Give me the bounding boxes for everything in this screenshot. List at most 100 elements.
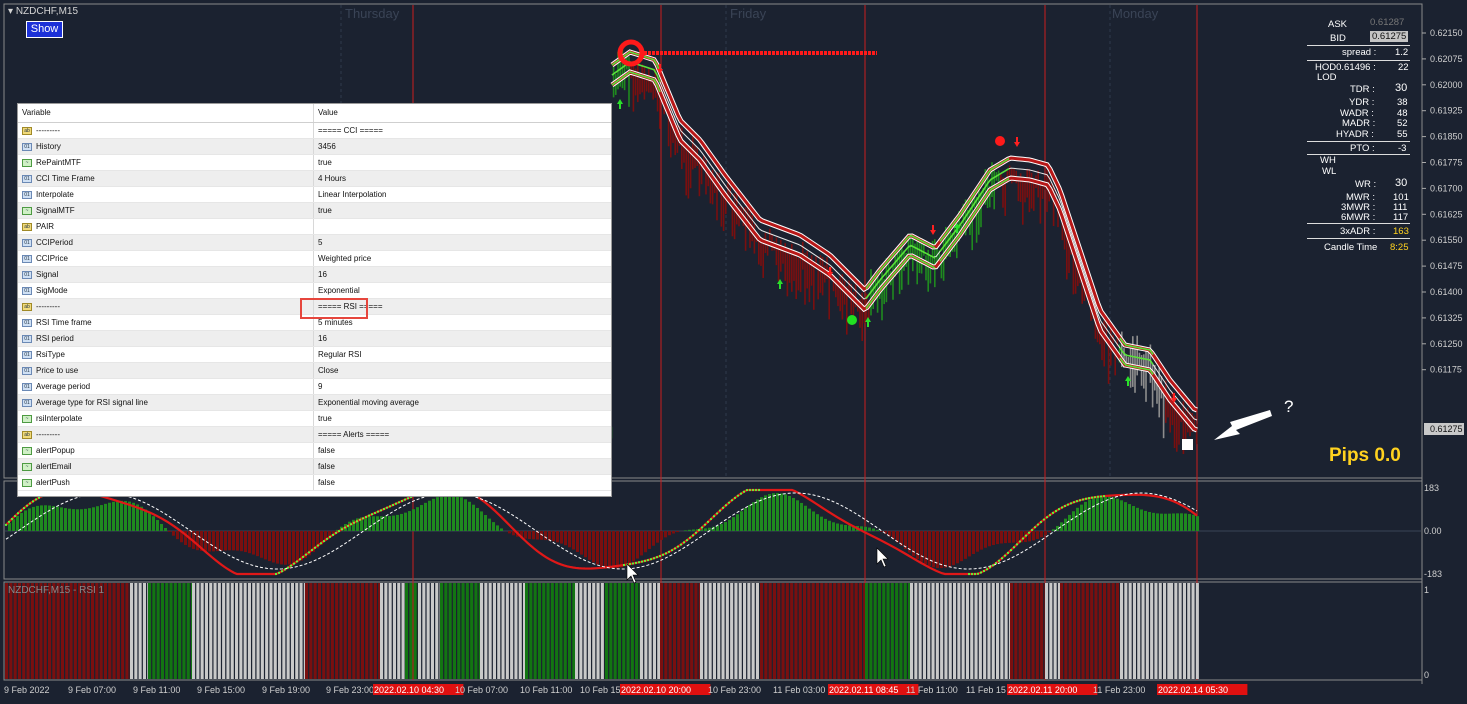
property-row[interactable]: 01 SigMode Exponential xyxy=(18,283,611,299)
osc-rising-point xyxy=(655,556,659,559)
osc-rising-point xyxy=(1057,508,1061,511)
osc-rising-point xyxy=(1024,534,1028,537)
property-value[interactable]: Linear Interpolation xyxy=(314,187,387,202)
rsi-bar xyxy=(738,583,742,679)
property-value[interactable]: true xyxy=(314,155,332,170)
property-row[interactable]: 01 CCIPeriod 5 xyxy=(18,235,611,251)
hod-value: 22 xyxy=(1398,62,1409,73)
property-value[interactable] xyxy=(314,219,318,234)
property-row[interactable]: 01 Interpolate Linear Interpolation xyxy=(18,187,611,203)
property-value[interactable]: 16 xyxy=(314,267,327,282)
time-tick-label: 11 Feb 11:00 xyxy=(906,685,958,695)
property-value[interactable]: ===== Alerts ===== xyxy=(314,427,389,442)
osc-rising-point xyxy=(709,517,713,521)
rsi-bar xyxy=(156,583,160,679)
candle-bar xyxy=(782,250,784,264)
property-value[interactable]: false xyxy=(314,443,335,458)
osc-histogram-bar xyxy=(156,520,159,531)
osc-histogram-bar xyxy=(424,502,427,531)
rsi-bar xyxy=(1090,583,1094,679)
property-row[interactable]: ab --------- ===== Alerts ===== xyxy=(18,427,611,443)
property-value[interactable]: 16 xyxy=(314,331,327,346)
rsi-bar xyxy=(869,583,873,679)
property-row[interactable]: 01 CCI Time Frame 4 Hours xyxy=(18,171,611,187)
property-row[interactable]: ~ SignalMTF true xyxy=(18,203,611,219)
osc-rising-point xyxy=(388,505,392,508)
property-row[interactable]: 01 Price to use Close xyxy=(18,363,611,379)
osc-histogram-bar xyxy=(648,531,651,549)
property-row[interactable]: 01 CCIPrice Weighted price xyxy=(18,251,611,267)
rsi-bar xyxy=(335,583,339,679)
property-row[interactable]: ~ rsiInterpolate true xyxy=(18,411,611,427)
property-row[interactable]: ~ alertPush false xyxy=(18,475,611,491)
bool-type-icon: ~ xyxy=(22,462,32,471)
property-row[interactable]: ~ alertPopup false xyxy=(18,443,611,459)
osc-histogram-bar xyxy=(1044,531,1047,535)
osc-histogram-bar xyxy=(492,522,495,531)
property-row[interactable]: 01 History 3456 xyxy=(18,139,611,155)
rsi-bar xyxy=(217,583,221,679)
property-value[interactable]: false xyxy=(314,459,335,474)
property-row[interactable]: 01 Average type for RSI signal line Expone… xyxy=(18,395,611,411)
osc-histogram-bar xyxy=(16,515,19,531)
rsi-bar xyxy=(903,583,907,679)
osc-histogram-bar xyxy=(1124,502,1127,531)
property-value[interactable]: ===== CCI ===== xyxy=(314,123,383,138)
number-type-icon: 01 xyxy=(22,286,32,295)
time-axis: 9 Feb 2022 9 Feb 07:00 9 Feb 11:00 9 Feb 15… xyxy=(4,684,1248,695)
property-value[interactable]: Weighted price xyxy=(314,251,371,266)
property-value[interactable]: Exponential moving average xyxy=(314,395,419,410)
rsi-bar xyxy=(418,583,422,679)
osc-rising-point xyxy=(367,514,371,517)
time-tick-label: 9 Feb 2022 xyxy=(4,685,50,695)
osc-histogram-bar xyxy=(276,531,279,564)
property-row[interactable]: ~ RePaintMTF true xyxy=(18,155,611,171)
divider xyxy=(1307,60,1410,61)
rsi-bar xyxy=(448,583,452,679)
osc-rising-point xyxy=(364,515,368,519)
property-value[interactable]: Regular RSI xyxy=(314,347,362,362)
rsi-bar xyxy=(803,583,807,679)
rsi-bar xyxy=(1141,583,1145,679)
property-row[interactable]: ab PAIR xyxy=(18,219,611,235)
rsi-bar xyxy=(1163,583,1167,679)
property-value[interactable]: 9 xyxy=(314,379,322,394)
property-value[interactable]: false xyxy=(314,475,335,490)
candle-bar xyxy=(788,254,791,283)
osc-histogram-bar xyxy=(1184,513,1187,531)
osc-histogram-bar xyxy=(1116,498,1119,531)
candle-bar xyxy=(639,78,641,95)
property-row[interactable]: 01 Signal 16 xyxy=(18,267,611,283)
property-value[interactable]: 5 xyxy=(314,235,322,250)
property-row[interactable]: 01 Average period 9 xyxy=(18,379,611,395)
osc-histogram-bar xyxy=(664,531,667,538)
property-row[interactable]: 01 RSI period 16 xyxy=(18,331,611,347)
property-value[interactable]: Close xyxy=(314,363,338,378)
property-name-text: CCIPeriod xyxy=(36,238,73,247)
show-button[interactable]: Show xyxy=(26,21,63,38)
osc-rising-point xyxy=(703,523,707,526)
osc-histogram-bar xyxy=(952,531,955,566)
osc-rising-point xyxy=(343,526,347,529)
rsi-bar xyxy=(734,583,738,679)
property-name: ab --------- xyxy=(18,427,314,442)
time-tick-label: 2022.02.11 20:00 xyxy=(1008,685,1077,695)
property-value[interactable]: true xyxy=(314,411,332,426)
rsi-bar xyxy=(1085,583,1089,679)
current-price-label: 0.61275 xyxy=(1430,424,1463,434)
property-value[interactable]: Exponential xyxy=(314,283,360,298)
property-row[interactable]: ab --------- ===== CCI ===== xyxy=(18,123,611,139)
osc-histogram-bar xyxy=(40,505,43,531)
osc-rising-point xyxy=(322,539,326,543)
rsi-bar xyxy=(657,583,661,679)
osc-histogram-bar xyxy=(72,509,75,531)
candle-bar xyxy=(1171,391,1174,426)
property-row[interactable]: 01 RsiType Regular RSI xyxy=(18,347,611,363)
osc-rising-point xyxy=(391,503,395,507)
property-value[interactable]: 3456 xyxy=(314,139,336,154)
property-value[interactable]: true xyxy=(314,203,332,218)
property-value[interactable]: 4 Hours xyxy=(314,171,346,186)
rsi-bar xyxy=(470,583,474,679)
property-row[interactable]: ~ alertEmail false xyxy=(18,459,611,475)
rsi-tick-label: 0 xyxy=(1424,670,1429,680)
